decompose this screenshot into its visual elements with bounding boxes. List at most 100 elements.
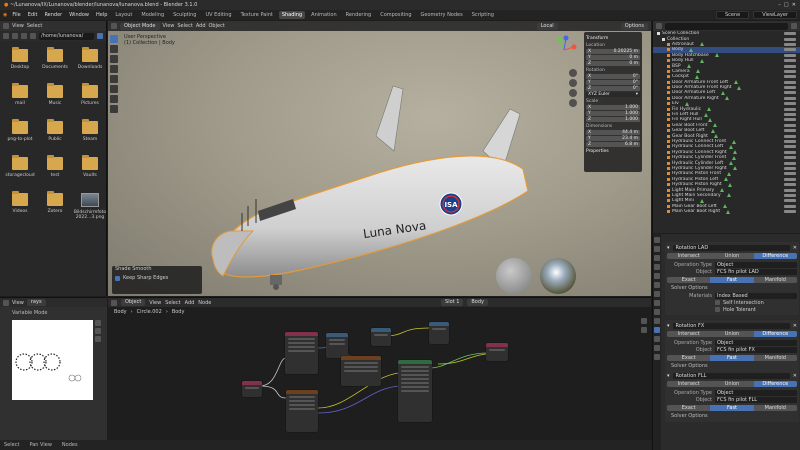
blender-menu-icon[interactable]: ◉ bbox=[3, 12, 7, 18]
visibility-icon[interactable] bbox=[784, 69, 796, 73]
difference-option[interactable]: Difference bbox=[753, 331, 797, 337]
visibility-icon[interactable] bbox=[784, 123, 796, 127]
color-ramp-node[interactable] bbox=[326, 333, 348, 358]
visibility-icon[interactable] bbox=[784, 75, 796, 79]
mode-selector[interactable]: Object Mode bbox=[120, 22, 160, 30]
visibility-icon[interactable] bbox=[784, 193, 796, 197]
editor-type-icon[interactable] bbox=[3, 299, 9, 306]
annotate-tool-icon[interactable] bbox=[110, 95, 118, 103]
workspace-tab-shading[interactable]: Shading bbox=[278, 11, 306, 19]
close-icon[interactable]: ✕ bbox=[792, 2, 796, 8]
filter-icon[interactable] bbox=[791, 23, 797, 29]
rotation-x-field[interactable]: X 0° bbox=[586, 74, 640, 79]
path-field[interactable]: /home/lunanova/ bbox=[39, 32, 94, 40]
material-output-node[interactable] bbox=[486, 343, 508, 361]
properties-tab-icon[interactable] bbox=[654, 309, 660, 315]
visibility-icon[interactable] bbox=[784, 156, 796, 160]
editor-type-icon[interactable] bbox=[3, 23, 9, 29]
visibility-icon[interactable] bbox=[784, 48, 796, 52]
viewport-object-menu[interactable]: Object bbox=[209, 23, 225, 29]
last-operation-title[interactable]: Shade Smooth bbox=[115, 266, 152, 272]
menu-edit[interactable]: Edit bbox=[26, 12, 40, 18]
visibility-icon[interactable] bbox=[784, 129, 796, 133]
visibility-icon[interactable] bbox=[784, 96, 796, 100]
file-view-menu[interactable]: View bbox=[12, 23, 24, 29]
spaceship-model[interactable]: ISA Luna Nova bbox=[198, 81, 538, 296]
move-tool-icon[interactable] bbox=[110, 55, 118, 63]
visibility-icon[interactable] bbox=[784, 32, 796, 36]
bump-node[interactable] bbox=[371, 328, 391, 346]
fast-option[interactable]: Fast bbox=[710, 355, 754, 361]
operation-selector[interactable]: Intersect Union Difference bbox=[667, 253, 797, 259]
union-option[interactable]: Union bbox=[710, 253, 754, 259]
principled-bsdf-node[interactable] bbox=[398, 360, 432, 422]
pan-icon[interactable] bbox=[641, 327, 647, 333]
image-view-mode[interactable]: Variable Mode bbox=[12, 310, 47, 316]
image-view-menu[interactable]: View bbox=[12, 300, 24, 306]
visibility-icon[interactable] bbox=[784, 64, 796, 68]
filter-icon[interactable] bbox=[97, 33, 103, 39]
difference-option[interactable]: Difference bbox=[753, 381, 797, 387]
visibility-icon[interactable] bbox=[784, 118, 796, 122]
visibility-icon[interactable] bbox=[784, 210, 796, 214]
select-tool-icon[interactable] bbox=[110, 35, 118, 43]
file-item[interactable]: Documents bbox=[38, 47, 72, 81]
y-axis-icon[interactable] bbox=[557, 37, 563, 43]
visibility-icon[interactable] bbox=[784, 204, 796, 208]
file-item[interactable]: Downloads bbox=[73, 47, 107, 81]
file-item[interactable]: Steam bbox=[73, 119, 107, 153]
properties-tab-icon[interactable] bbox=[654, 345, 660, 351]
navigation-gizmo[interactable] bbox=[550, 35, 578, 65]
image-canvas[interactable] bbox=[12, 320, 93, 400]
operand-type-select[interactable]: Object bbox=[715, 339, 797, 346]
visibility-icon[interactable] bbox=[784, 177, 796, 181]
intersect-option[interactable]: Intersect bbox=[667, 381, 711, 387]
viewport-add-menu[interactable]: Add bbox=[196, 23, 206, 29]
measure-tool-icon[interactable] bbox=[110, 105, 118, 113]
visibility-icon[interactable] bbox=[784, 80, 796, 84]
visibility-icon[interactable] bbox=[784, 42, 796, 46]
properties-tab-icon[interactable] bbox=[654, 291, 660, 297]
modifier-options-icon[interactable]: ✕ bbox=[793, 245, 797, 251]
parent-dir-icon[interactable] bbox=[21, 33, 27, 39]
location-z-field[interactable]: Z0 m bbox=[586, 61, 640, 66]
visibility-icon[interactable] bbox=[784, 37, 796, 41]
solver-selector[interactable]: Exact Fast Manifold bbox=[667, 405, 797, 411]
zoom-icon[interactable] bbox=[95, 320, 101, 326]
z-axis-icon[interactable] bbox=[563, 35, 569, 41]
scene-selector[interactable]: Scene bbox=[715, 11, 750, 19]
file-item[interactable]: png-to-plot bbox=[3, 119, 37, 153]
rotation-mode-select[interactable]: XYZ Euler ▾ bbox=[586, 92, 640, 97]
exact-option[interactable]: Exact bbox=[667, 277, 711, 283]
menu-render[interactable]: Render bbox=[42, 12, 64, 18]
exact-option[interactable]: Exact bbox=[667, 355, 711, 361]
cursor-tool-icon[interactable] bbox=[110, 45, 118, 53]
scale-x-field[interactable]: X 1.000 bbox=[586, 105, 640, 110]
properties-tab-icon[interactable] bbox=[654, 300, 660, 306]
properties-subpanel[interactable]: Properties bbox=[586, 149, 640, 154]
visibility-icon[interactable] bbox=[784, 53, 796, 57]
properties-tab-icon[interactable] bbox=[654, 264, 660, 270]
editor-type-icon[interactable] bbox=[111, 23, 117, 29]
new-folder-icon[interactable] bbox=[30, 33, 36, 39]
properties-tab-icon[interactable] bbox=[654, 318, 660, 324]
properties-tab-icon[interactable] bbox=[654, 354, 660, 360]
properties-tab-icon[interactable] bbox=[654, 273, 660, 279]
workspace-tab-geometry-nodes[interactable]: Geometry Nodes bbox=[418, 11, 466, 19]
image-name-field[interactable]: rays bbox=[26, 299, 46, 306]
scale-tool-icon[interactable] bbox=[110, 75, 118, 83]
view-layer-selector[interactable]: ViewLayer bbox=[753, 11, 797, 19]
modifier-name-field[interactable]: Rotation FLL bbox=[672, 372, 790, 379]
perspective-toggle-icon[interactable] bbox=[569, 99, 577, 107]
visibility-icon[interactable] bbox=[784, 150, 796, 154]
rotation-y-field[interactable]: Y 0° bbox=[586, 80, 640, 85]
workspace-tab-rendering[interactable]: Rendering bbox=[343, 11, 375, 19]
texture-coord-node[interactable] bbox=[242, 381, 262, 397]
forward-icon[interactable] bbox=[12, 33, 18, 39]
workspace-tab-compositing[interactable]: Compositing bbox=[377, 11, 414, 19]
location-x-field[interactable]: X 0.20225 m bbox=[586, 49, 640, 54]
operation-selector[interactable]: Intersect Union Difference bbox=[667, 331, 797, 337]
visibility-icon[interactable] bbox=[784, 172, 796, 176]
self-intersection-checkbox[interactable] bbox=[715, 300, 720, 305]
file-item[interactable]: Public bbox=[38, 119, 72, 153]
